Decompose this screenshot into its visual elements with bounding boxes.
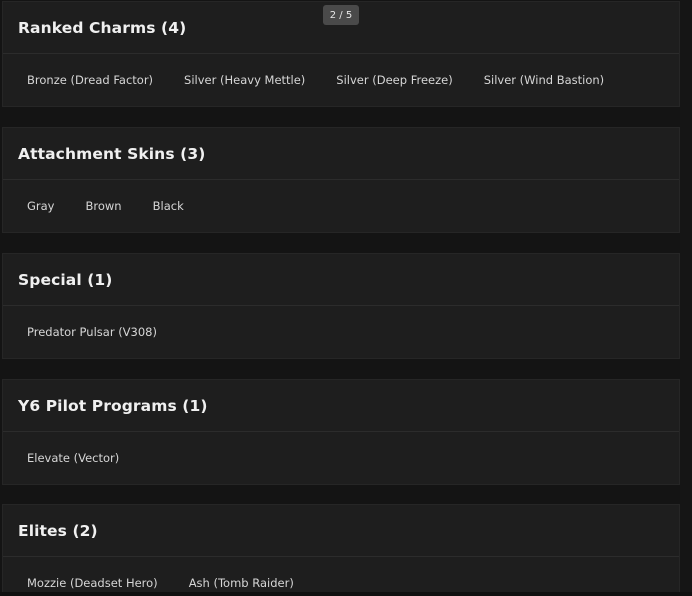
- item-bronze-dread-factor[interactable]: Bronze (Dread Factor): [11, 69, 168, 91]
- page-right-edge: [680, 0, 692, 596]
- item-brown[interactable]: Brown: [70, 195, 137, 217]
- section-header: Attachment Skins (3): [3, 128, 679, 180]
- section-elites: Elites (2) Mozzie (Deadset Hero) Ash (To…: [2, 504, 680, 596]
- item-elevate-vector[interactable]: Elevate (Vector): [11, 447, 134, 469]
- section-y6-pilot-programs: Y6 Pilot Programs (1) Elevate (Vector): [2, 379, 680, 485]
- item-black[interactable]: Black: [137, 195, 199, 217]
- page-bottom-edge: [0, 592, 692, 596]
- section-header: Y6 Pilot Programs (1): [3, 380, 679, 432]
- section-title: Attachment Skins (3): [18, 144, 206, 163]
- section-title: Elites (2): [18, 521, 98, 540]
- section-header: Special (1): [3, 254, 679, 306]
- screenshot-viewport: 2 / 5 Ranked Charms (4) Bronze (Dread Fa…: [0, 0, 692, 596]
- item-ash-tomb-raider[interactable]: Ash (Tomb Raider): [173, 572, 309, 594]
- item-silver-wind-bastion[interactable]: Silver (Wind Bastion): [468, 69, 619, 91]
- section-title: Y6 Pilot Programs (1): [18, 396, 208, 415]
- item-predator-pulsar[interactable]: Predator Pulsar (V308): [11, 321, 172, 343]
- item-gray[interactable]: Gray: [11, 195, 70, 217]
- item-silver-deep-freeze[interactable]: Silver (Deep Freeze): [320, 69, 467, 91]
- page-indicator: 2 / 5: [323, 5, 359, 25]
- item-mozzie-deadset-hero[interactable]: Mozzie (Deadset Hero): [11, 572, 173, 594]
- section-items: Elevate (Vector): [3, 432, 679, 484]
- section-items: Predator Pulsar (V308): [3, 306, 679, 358]
- section-special: Special (1) Predator Pulsar (V308): [2, 253, 680, 359]
- section-attachment-skins: Attachment Skins (3) Gray Brown Black: [2, 127, 680, 233]
- item-silver-heavy-mettle[interactable]: Silver (Heavy Mettle): [168, 69, 320, 91]
- section-header: Elites (2): [3, 505, 679, 557]
- section-title: Ranked Charms (4): [18, 18, 187, 37]
- section-title: Special (1): [18, 270, 113, 289]
- section-items: Bronze (Dread Factor) Silver (Heavy Mett…: [3, 54, 679, 106]
- section-items: Mozzie (Deadset Hero) Ash (Tomb Raider): [3, 557, 679, 596]
- section-items: Gray Brown Black: [3, 180, 679, 232]
